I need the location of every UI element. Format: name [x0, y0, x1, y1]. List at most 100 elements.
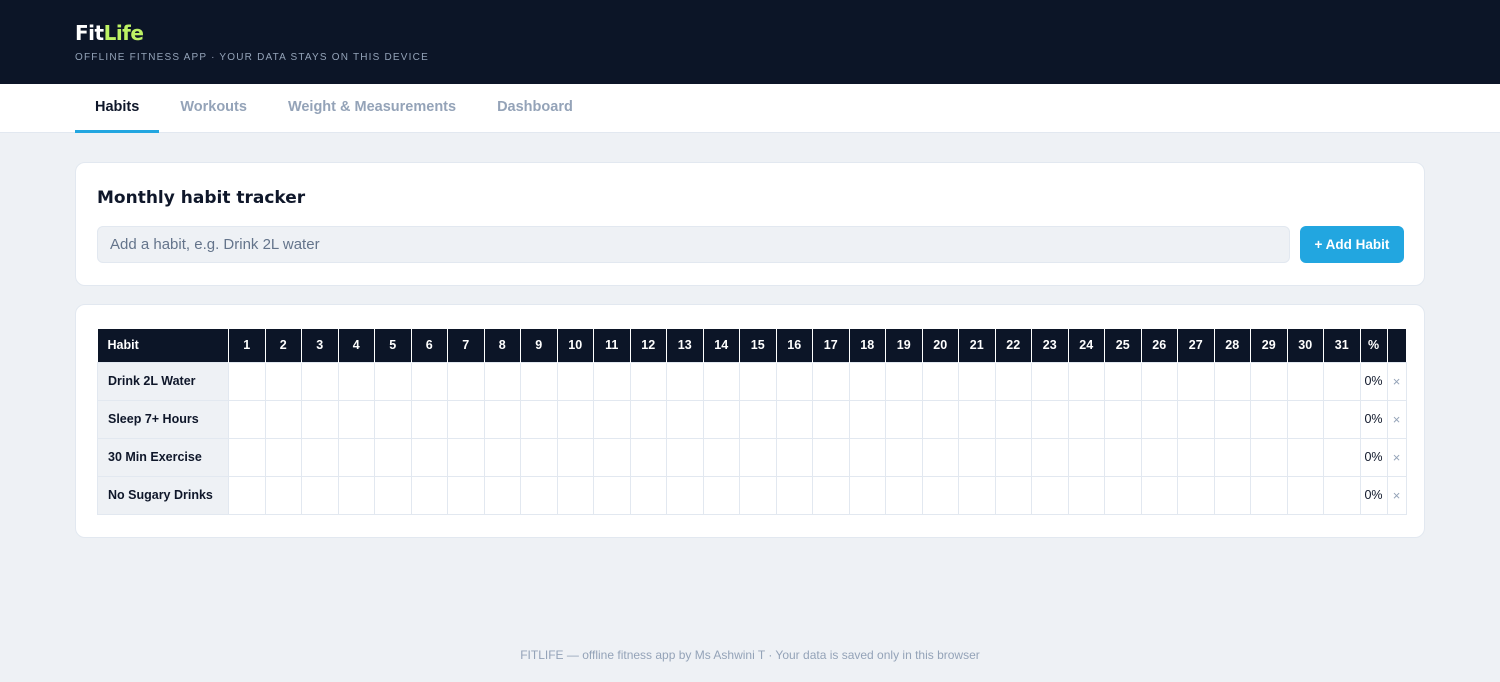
delete-habit-icon[interactable]: ×	[1386, 361, 1407, 401]
tab-weight-measurements[interactable]: Weight & Measurements	[268, 84, 476, 132]
day-checkbox-cell[interactable]	[1104, 399, 1142, 439]
day-checkbox-cell[interactable]	[629, 437, 667, 477]
tab-dashboard[interactable]: Dashboard	[477, 84, 593, 132]
day-checkbox-cell[interactable]	[374, 361, 412, 401]
day-checkbox-cell[interactable]	[1067, 361, 1105, 401]
day-checkbox-cell[interactable]	[410, 361, 448, 401]
day-checkbox-cell[interactable]	[775, 475, 813, 515]
day-checkbox-cell[interactable]	[775, 361, 813, 401]
day-checkbox-cell[interactable]	[483, 361, 521, 401]
day-checkbox-cell[interactable]	[739, 361, 777, 401]
day-checkbox-cell[interactable]	[593, 361, 631, 401]
day-checkbox-cell[interactable]	[958, 437, 996, 477]
day-checkbox-cell[interactable]	[447, 361, 485, 401]
day-checkbox-cell[interactable]	[739, 475, 777, 515]
day-checkbox-cell[interactable]	[374, 399, 412, 439]
day-checkbox-cell[interactable]	[301, 361, 339, 401]
day-checkbox-cell[interactable]	[848, 475, 886, 515]
day-checkbox-cell[interactable]	[812, 399, 850, 439]
tab-habits[interactable]: Habits	[75, 84, 160, 133]
day-checkbox-cell[interactable]	[520, 475, 558, 515]
day-checkbox-cell[interactable]	[410, 475, 448, 515]
day-checkbox-cell[interactable]	[593, 437, 631, 477]
day-checkbox-cell[interactable]	[1067, 399, 1105, 439]
day-checkbox-cell[interactable]	[994, 399, 1032, 439]
delete-habit-icon[interactable]: ×	[1386, 437, 1407, 477]
day-checkbox-cell[interactable]	[921, 361, 959, 401]
day-checkbox-cell[interactable]	[301, 399, 339, 439]
day-checkbox-cell[interactable]	[666, 361, 704, 401]
day-checkbox-cell[interactable]	[1323, 361, 1361, 401]
day-checkbox-cell[interactable]	[702, 475, 740, 515]
day-checkbox-cell[interactable]	[301, 475, 339, 515]
day-checkbox-cell[interactable]	[1286, 437, 1324, 477]
day-checkbox-cell[interactable]	[556, 475, 594, 515]
day-checkbox-cell[interactable]	[1286, 475, 1324, 515]
day-checkbox-cell[interactable]	[1177, 437, 1215, 477]
day-checkbox-cell[interactable]	[337, 475, 375, 515]
day-checkbox-cell[interactable]	[520, 399, 558, 439]
day-checkbox-cell[interactable]	[629, 399, 667, 439]
day-checkbox-cell[interactable]	[264, 437, 302, 477]
day-checkbox-cell[interactable]	[1177, 475, 1215, 515]
day-checkbox-cell[interactable]	[301, 437, 339, 477]
day-checkbox-cell[interactable]	[264, 361, 302, 401]
day-checkbox-cell[interactable]	[958, 475, 996, 515]
day-checkbox-cell[interactable]	[702, 399, 740, 439]
day-checkbox-cell[interactable]	[337, 399, 375, 439]
day-checkbox-cell[interactable]	[447, 475, 485, 515]
day-checkbox-cell[interactable]	[447, 437, 485, 477]
day-checkbox-cell[interactable]	[1177, 399, 1215, 439]
day-checkbox-cell[interactable]	[1250, 399, 1288, 439]
day-checkbox-cell[interactable]	[702, 437, 740, 477]
day-checkbox-cell[interactable]	[1104, 437, 1142, 477]
day-checkbox-cell[interactable]	[1286, 361, 1324, 401]
day-checkbox-cell[interactable]	[1031, 399, 1069, 439]
day-checkbox-cell[interactable]	[1067, 437, 1105, 477]
day-checkbox-cell[interactable]	[556, 361, 594, 401]
day-checkbox-cell[interactable]	[921, 399, 959, 439]
day-checkbox-cell[interactable]	[1250, 361, 1288, 401]
day-checkbox-cell[interactable]	[1213, 437, 1251, 477]
day-checkbox-cell[interactable]	[374, 437, 412, 477]
day-checkbox-cell[interactable]	[593, 399, 631, 439]
day-checkbox-cell[interactable]	[556, 399, 594, 439]
add-habit-button[interactable]: + Add Habit	[1300, 226, 1404, 263]
day-checkbox-cell[interactable]	[1213, 399, 1251, 439]
day-checkbox-cell[interactable]	[666, 399, 704, 439]
day-checkbox-cell[interactable]	[228, 475, 266, 515]
day-checkbox-cell[interactable]	[337, 361, 375, 401]
day-checkbox-cell[interactable]	[337, 437, 375, 477]
day-checkbox-cell[interactable]	[410, 399, 448, 439]
day-checkbox-cell[interactable]	[1177, 361, 1215, 401]
day-checkbox-cell[interactable]	[1104, 361, 1142, 401]
day-checkbox-cell[interactable]	[1104, 475, 1142, 515]
day-checkbox-cell[interactable]	[483, 399, 521, 439]
day-checkbox-cell[interactable]	[848, 361, 886, 401]
day-checkbox-cell[interactable]	[1140, 399, 1178, 439]
day-checkbox-cell[interactable]	[921, 475, 959, 515]
day-checkbox-cell[interactable]	[1323, 399, 1361, 439]
day-checkbox-cell[interactable]	[1286, 399, 1324, 439]
day-checkbox-cell[interactable]	[629, 361, 667, 401]
day-checkbox-cell[interactable]	[994, 475, 1032, 515]
day-checkbox-cell[interactable]	[958, 361, 996, 401]
day-checkbox-cell[interactable]	[702, 361, 740, 401]
day-checkbox-cell[interactable]	[410, 437, 448, 477]
day-checkbox-cell[interactable]	[1140, 437, 1178, 477]
day-checkbox-cell[interactable]	[1031, 437, 1069, 477]
day-checkbox-cell[interactable]	[994, 361, 1032, 401]
day-checkbox-cell[interactable]	[520, 437, 558, 477]
day-checkbox-cell[interactable]	[775, 399, 813, 439]
day-checkbox-cell[interactable]	[848, 437, 886, 477]
day-checkbox-cell[interactable]	[958, 399, 996, 439]
day-checkbox-cell[interactable]	[885, 399, 923, 439]
day-checkbox-cell[interactable]	[593, 475, 631, 515]
day-checkbox-cell[interactable]	[666, 475, 704, 515]
day-checkbox-cell[interactable]	[1213, 361, 1251, 401]
day-checkbox-cell[interactable]	[520, 361, 558, 401]
delete-habit-icon[interactable]: ×	[1386, 475, 1407, 515]
day-checkbox-cell[interactable]	[812, 361, 850, 401]
habit-input[interactable]	[97, 226, 1290, 263]
day-checkbox-cell[interactable]	[1250, 475, 1288, 515]
